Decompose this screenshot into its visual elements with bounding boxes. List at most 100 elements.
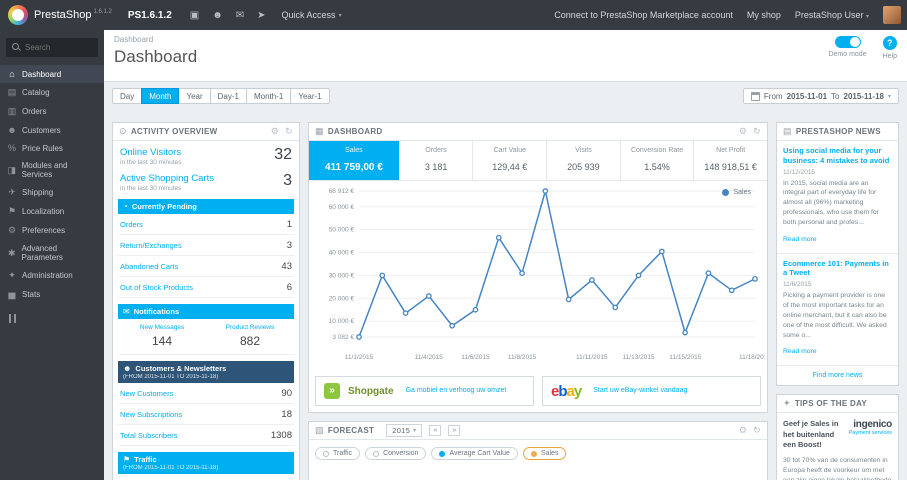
gear-icon[interactable]: ⚙: [739, 425, 747, 436]
range-button-day[interactable]: Day: [112, 88, 143, 104]
forecast-option-average-cart-value[interactable]: Average Cart Value: [431, 447, 518, 460]
kpi-net-profit[interactable]: Net Profit 148 918,51 €: [694, 141, 767, 180]
chart-legend-label: Sales: [733, 189, 751, 196]
home-icon: ⌂: [9, 69, 15, 79]
notification-cell-new-messages[interactable]: New Messages 144: [118, 319, 206, 355]
year-select[interactable]: 2015 ▾: [386, 424, 423, 437]
kpi-sales[interactable]: Sales 411 759,00 €: [309, 141, 400, 180]
ebay-ad[interactable]: ebay Start uw eBay-winkel vandaag: [542, 376, 761, 406]
modules-icon: ◨: [7, 164, 17, 175]
online-visitors-link[interactable]: Online Visitors: [120, 147, 181, 158]
module-ads: » Shopgate Ga mobiel en verhoog uw omzet…: [309, 370, 767, 412]
kpi-cart-value[interactable]: Cart Value 129,44 €: [473, 141, 548, 180]
chart-legend[interactable]: Sales: [722, 189, 751, 196]
gear-icon[interactable]: ⚙: [739, 126, 747, 137]
cart-icon[interactable]: ▣: [190, 10, 199, 21]
sidebar-item-modules-and-services[interactable]: ◨ Modules and Services: [0, 157, 104, 183]
help-icon[interactable]: ?: [882, 36, 897, 50]
sidebar-item-advanced-parameters[interactable]: ✱ Advanced Parameters: [0, 240, 104, 266]
sidebar-item-shipping[interactable]: ✈ Shipping: [0, 183, 104, 202]
flag-icon: ⚑: [7, 206, 17, 216]
range-button-day-1[interactable]: Day-1: [209, 88, 247, 104]
orders-icon: ▥: [7, 106, 17, 116]
stat-link[interactable]: Return/Exchanges: [120, 241, 182, 250]
kpi-conversion-rate[interactable]: Conversion Rate 1.54%: [621, 141, 695, 180]
ingenico-logo[interactable]: ingenico Payment services: [849, 419, 893, 436]
collapse-sidebar-icon[interactable]: [9, 314, 16, 323]
forecast-option-conversion[interactable]: Conversion: [365, 447, 427, 460]
notification-cell-product-reviews[interactable]: Product Reviews 882: [206, 319, 294, 355]
news-title-link[interactable]: Ecommerce 101: Payments in a Tweet: [783, 259, 892, 279]
sidebar-search: [6, 38, 98, 57]
shopgate-ad[interactable]: » Shopgate Ga mobiel en verhoog uw omzet: [315, 376, 534, 406]
my-shop-link[interactable]: My shop: [747, 10, 781, 20]
sidebar-item-dashboard[interactable]: ⌂ Dashboard: [0, 65, 104, 83]
stat-link[interactable]: Out of Stock Products: [120, 283, 193, 292]
stat-row: New Subscriptions 18: [118, 404, 294, 425]
stat-link[interactable]: New Subscriptions: [120, 410, 182, 419]
user-menu[interactable]: PrestaShop User ▾: [795, 10, 869, 20]
notifications-header: ✉ Notifications: [118, 304, 294, 319]
sidebar-item-label: Localization: [22, 207, 65, 216]
range-button-year-1[interactable]: Year-1: [290, 88, 330, 104]
kpi-value: 411 759,00 €: [324, 162, 383, 173]
ebay-link[interactable]: Start uw eBay-winkel vandaag: [593, 386, 687, 395]
panel-header: ▧ FORECAST 2015 ▾ « » ⚙ ↻: [309, 422, 767, 440]
stat-link[interactable]: Total Subscribers: [120, 431, 178, 440]
forecast-option-traffic[interactable]: Traffic: [315, 447, 361, 460]
ebay-letter: b: [558, 382, 567, 400]
demo-mode-control: Demo mode: [828, 36, 867, 60]
find-more-news-link[interactable]: Find more news: [777, 366, 898, 385]
prestashop-logo[interactable]: [8, 5, 28, 25]
user-avatar[interactable]: [883, 6, 901, 24]
person-icon[interactable]: ☻: [212, 10, 223, 21]
next-year-button[interactable]: »: [448, 425, 461, 436]
refresh-icon[interactable]: ↻: [753, 126, 761, 137]
range-button-month-1[interactable]: Month-1: [245, 88, 292, 104]
stat-row: Abandoned Carts 43: [118, 256, 294, 277]
date-to-label: To: [831, 91, 840, 101]
sidebar-item-price-rules[interactable]: % Price Rules: [0, 139, 104, 157]
kpi-orders[interactable]: Orders 3 181: [400, 141, 474, 180]
sidebar-item-catalog[interactable]: ▤ Catalog: [0, 83, 104, 102]
range-button-month[interactable]: Month: [141, 88, 180, 104]
search-input[interactable]: [25, 43, 95, 52]
shop-name-link[interactable]: PS1.6.1.2: [128, 10, 172, 21]
sidebar-item-localization[interactable]: ⚑ Localization: [0, 202, 104, 221]
sidebar-item-stats[interactable]: ▅ Stats: [0, 285, 104, 304]
refresh-icon[interactable]: ↻: [753, 425, 761, 436]
demo-mode-toggle[interactable]: [834, 36, 861, 48]
stat-link[interactable]: Orders: [120, 220, 143, 229]
forecast-option-sales[interactable]: Sales: [522, 447, 567, 460]
news-article: Using social media for your business: 4 …: [777, 141, 898, 254]
prev-year-button[interactable]: «: [429, 425, 442, 436]
gear-icon[interactable]: ⚙: [271, 126, 279, 137]
section-title: Notifications: [133, 307, 180, 316]
version-label: 1.6.1.2: [93, 9, 112, 16]
read-more-link[interactable]: Read more: [783, 236, 817, 243]
active-carts-link[interactable]: Active Shopping Carts: [120, 173, 214, 184]
kpi-visits[interactable]: Visits 205 939: [547, 141, 621, 180]
read-more-link[interactable]: Read more: [783, 348, 817, 355]
dashboard-panel: ▦ DASHBOARD ⚙ ↻ Sales 411 759,00 € Orders 3 …: [308, 122, 771, 413]
stat-link[interactable]: Abandoned Carts: [120, 262, 178, 271]
rocket-icon[interactable]: ➤: [257, 10, 265, 21]
stat-link[interactable]: New Customers: [120, 389, 173, 398]
range-button-year[interactable]: Year: [178, 88, 211, 104]
svg-text:11/8/2015: 11/8/2015: [508, 354, 537, 361]
news-title-link[interactable]: Using social media for your business: 4 …: [783, 146, 892, 166]
sidebar-item-customers[interactable]: ☻ Customers: [0, 121, 104, 139]
refresh-icon[interactable]: ↻: [285, 126, 293, 137]
sidebar-item-orders[interactable]: ▥ Orders: [0, 102, 104, 121]
panel-tools: ⚙ ↻: [739, 126, 761, 137]
sidebar-item-preferences[interactable]: ⚙ Preferences: [0, 221, 104, 240]
envelope-icon[interactable]: ✉: [236, 10, 244, 21]
sidebar-item-administration[interactable]: ✦ Administration: [0, 266, 104, 285]
google-analytics-link[interactable]: ▸ Link to your Google Analytics account: [113, 474, 299, 480]
date-range-picker[interactable]: From 2015-11-01 To 2015-11-18 ▾: [742, 88, 899, 104]
quick-access-menu[interactable]: Quick Access ▾: [282, 10, 342, 20]
marketplace-link[interactable]: Connect to PrestaShop Marketplace accoun…: [554, 10, 733, 20]
shopgate-link[interactable]: Ga mobiel en verhoog uw omzet: [406, 386, 507, 395]
panel-header: ⊙ ACTIVITY OVERVIEW ⚙ ↻: [113, 123, 299, 141]
forecast-panel: ▧ FORECAST 2015 ▾ « » ⚙ ↻ Traffic Conversio…: [308, 421, 768, 480]
